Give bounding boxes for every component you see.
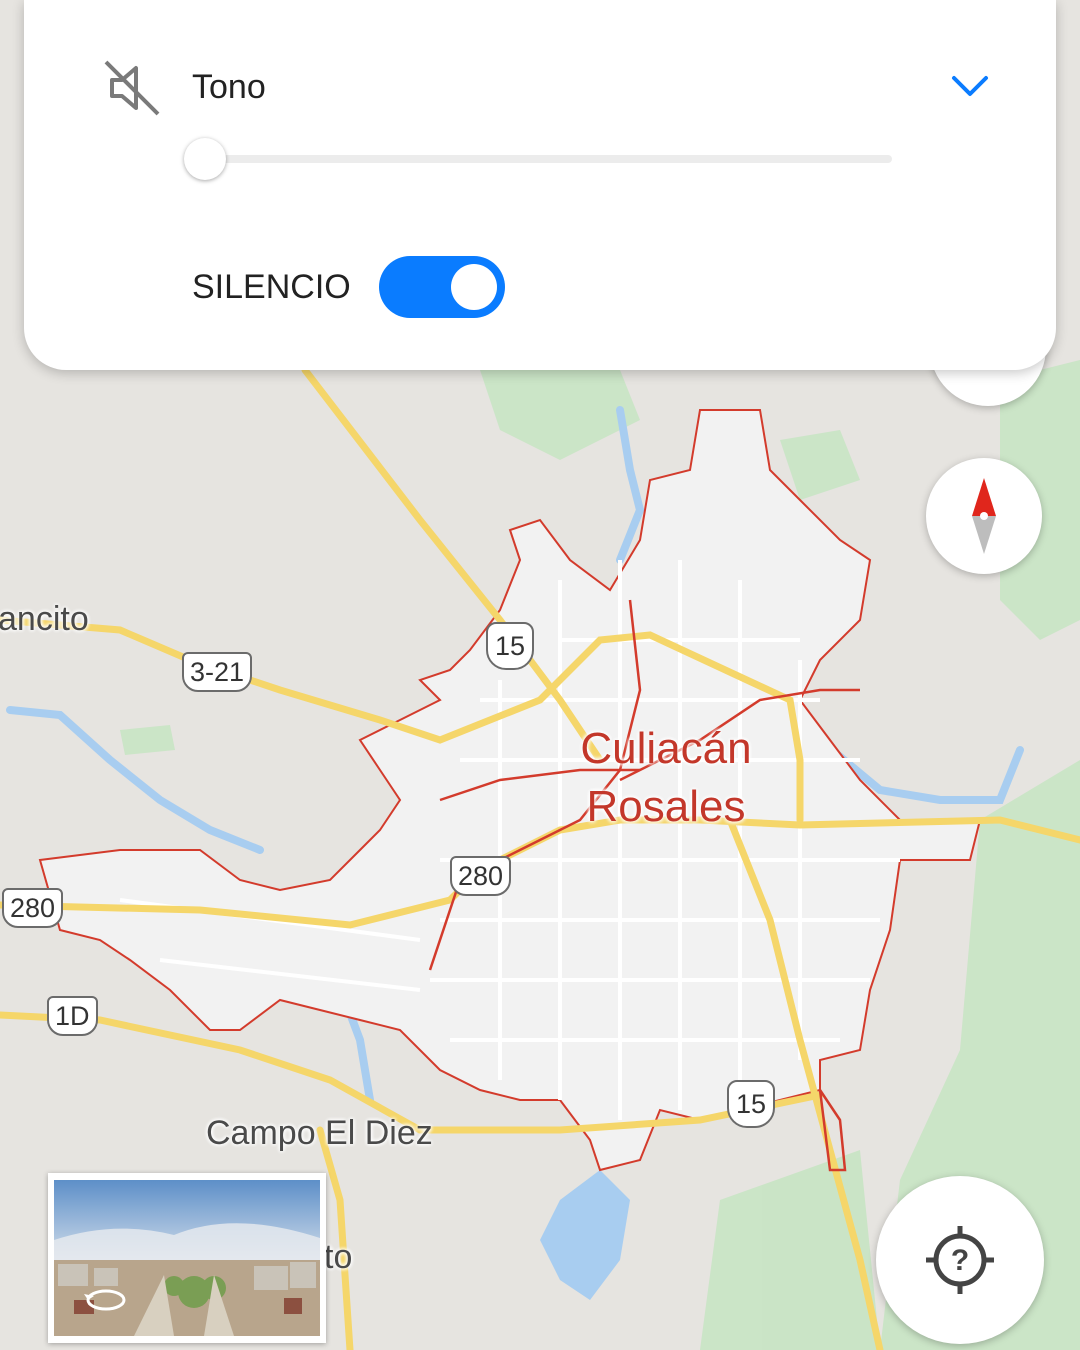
- silence-toggle[interactable]: [379, 256, 505, 318]
- chevron-down-icon[interactable]: [948, 66, 992, 106]
- route-shield-280-center: 280: [450, 856, 512, 896]
- tone-slider-track: [204, 155, 892, 163]
- city-label[interactable]: Culiacán Rosales: [556, 720, 776, 836]
- place-label-left[interactable]: ancito: [0, 600, 89, 639]
- place-label-bottom[interactable]: to: [324, 1238, 352, 1277]
- place-label-campo[interactable]: Campo El Diez: [206, 1114, 433, 1153]
- street-view-thumbnail[interactable]: [48, 1173, 326, 1343]
- tone-slider[interactable]: [184, 135, 892, 183]
- route-shield-1d: 1D: [47, 996, 98, 1036]
- mute-icon[interactable]: [102, 58, 162, 118]
- route-shield-15-bottom: 15: [727, 1080, 775, 1128]
- sound-panel: Tono SILENCIO: [24, 0, 1056, 370]
- tone-label: Tono: [192, 68, 266, 106]
- tone-slider-thumb[interactable]: [184, 138, 226, 180]
- compass-icon: [972, 478, 996, 554]
- my-location-button[interactable]: ?: [876, 1176, 1044, 1344]
- route-shield-15-top: 15: [486, 622, 534, 670]
- silence-toggle-knob: [451, 264, 497, 310]
- svg-text:?: ?: [951, 1244, 969, 1277]
- route-shield-280-left: 280: [2, 888, 64, 928]
- city-label-line2: Rosales: [586, 782, 746, 831]
- location-help-icon: ?: [926, 1226, 994, 1294]
- panorama-image: [54, 1180, 320, 1336]
- compass-button[interactable]: [926, 458, 1042, 574]
- silence-label: SILENCIO: [192, 268, 351, 306]
- city-label-line1: Culiacán: [580, 724, 752, 773]
- route-shield-3-21: 3-21: [182, 652, 253, 692]
